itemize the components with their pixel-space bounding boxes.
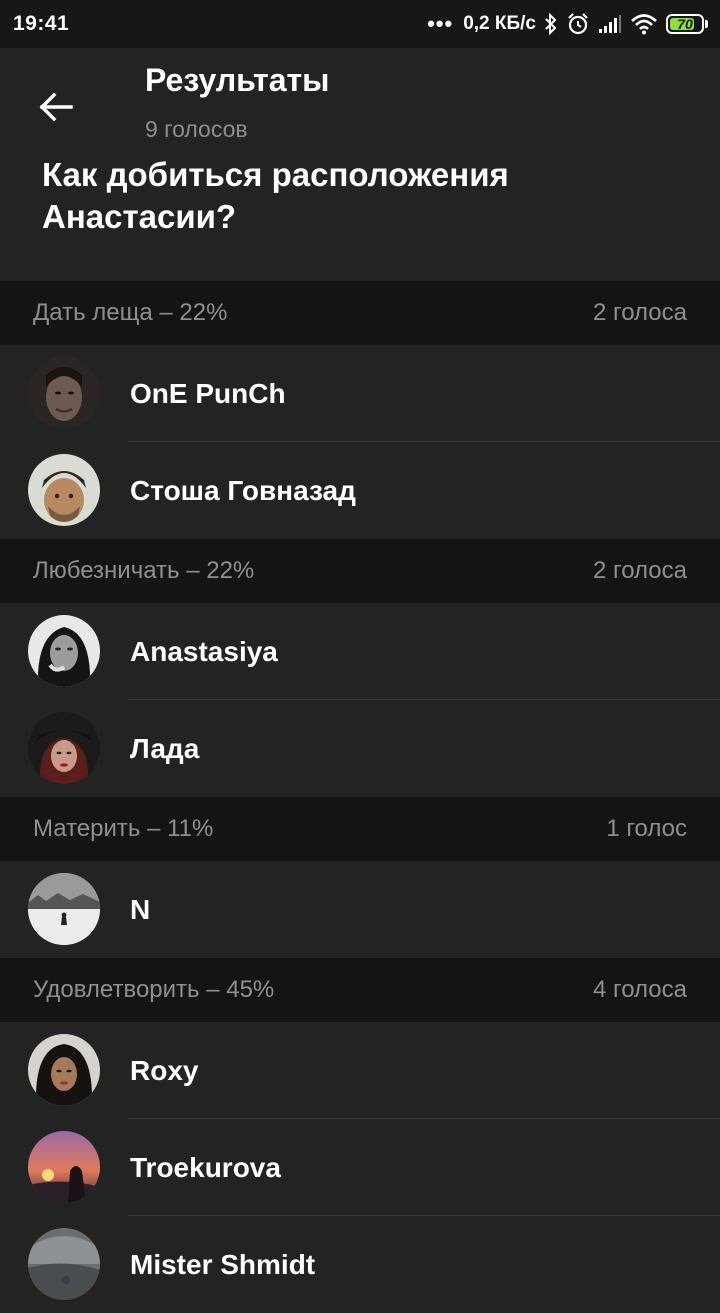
avatar [28,357,100,429]
network-speed: 0,2 КБ/с [463,13,536,34]
voter-row[interactable]: Mister Shmidt [0,1216,720,1313]
status-icons: ••• 0,2 КБ/с 70 [427,11,708,37]
voter-row[interactable]: Лада [0,700,720,797]
avatar [28,1131,100,1203]
option-header: Дать леща – 22% 2 голоса [0,281,720,345]
status-bar: 19:41 ••• 0,2 КБ/с 70 [0,0,720,48]
voter-name: OnE PunCh [130,378,286,409]
avatar [28,1034,100,1106]
results-list: Дать леща – 22% 2 голоса OnE PunCh Стоша… [0,281,720,1313]
voter-row[interactable]: OnE PunCh [0,345,720,442]
page-title: Результаты [145,62,330,98]
option-header: Материть – 11% 1 голос [0,797,720,861]
battery-level: 70 [677,16,693,32]
voter-name: Anastasiya [130,636,278,667]
voter-row[interactable]: Troekurova [0,1119,720,1216]
avatar [28,454,100,526]
status-time: 19:41 [13,12,70,35]
avatar [28,1228,100,1300]
back-arrow-icon [39,92,73,122]
option-header: Любезничать – 22% 2 голоса [0,539,720,603]
back-button[interactable] [22,78,90,136]
avatar [28,615,100,687]
voter-row[interactable]: Стоша Говназад [0,442,720,539]
option-label: Материть – 11% [33,815,214,842]
voter-name: N [130,894,151,925]
option-label: Любезничать – 22% [33,557,255,584]
avatar [28,712,100,784]
option-label: Дать леща – 22% [33,299,228,326]
voter-row[interactable]: Roxy [0,1022,720,1119]
option-header: Удовлетворить – 45% 4 голоса [0,958,720,1022]
voter-row[interactable]: Anastasiya [0,603,720,700]
wifi-icon [630,13,658,35]
voter-name: Лада [130,733,200,764]
option-label: Удовлетворить – 45% [33,976,275,1003]
voter-name: Стоша Говназад [130,475,356,506]
voter-row[interactable]: N [0,861,720,958]
signal-icon [598,14,622,34]
vote-count: 9 голосов [145,116,248,142]
bluetooth-icon [544,13,558,35]
avatar [28,873,100,945]
option-votes: 2 голоса [592,557,687,584]
results-header: Результаты 9 голосов Как добиться распол… [0,48,720,281]
voter-name: Troekurova [130,1152,281,1183]
battery-icon: 70 [666,14,708,34]
voter-name: Mister Shmidt [130,1249,316,1280]
option-votes: 4 голоса [592,976,687,1003]
poll-question: Как добиться расположения Анастасии? [42,156,509,235]
alarm-icon [566,12,590,36]
voter-name: Roxy [130,1055,199,1086]
option-votes: 1 голос [606,815,687,842]
option-votes: 2 голоса [592,299,687,326]
notification-dots: ••• [427,11,454,36]
